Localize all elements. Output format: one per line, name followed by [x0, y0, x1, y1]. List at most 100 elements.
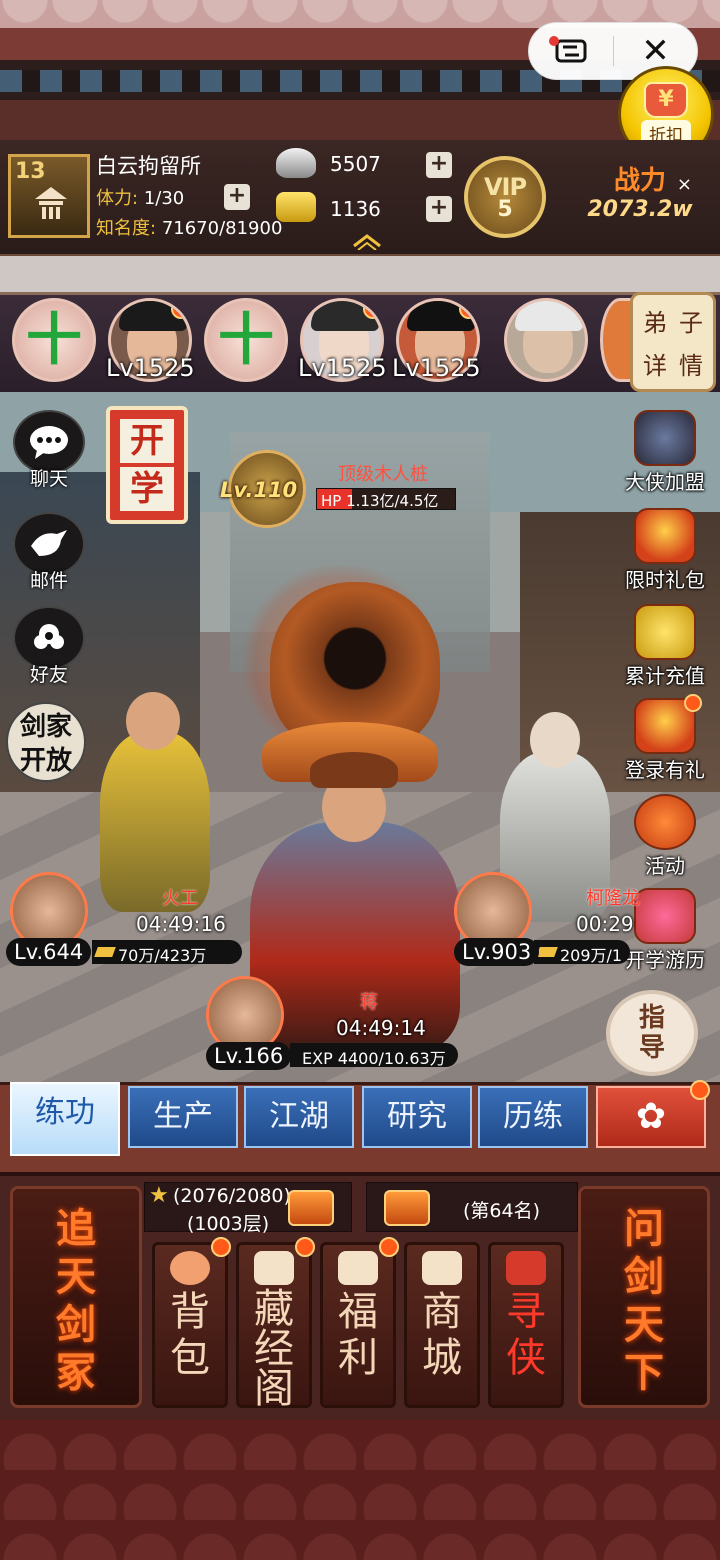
login-gift-button[interactable]: 登录有礼	[612, 694, 718, 783]
worker-time-left: 04:49:16	[136, 912, 226, 936]
tab-more[interactable]: ✿	[596, 1080, 710, 1148]
chase-sky-sword-tomb-button[interactable]: 追天剑冢	[10, 1186, 142, 1408]
friends-label: 好友	[29, 664, 68, 686]
scroll-char: 学	[120, 467, 174, 511]
open-school-scroll-button[interactable]: 开 学	[106, 406, 188, 524]
friends-button[interactable]: 好友	[10, 606, 88, 692]
boss-name: 顶级木人桩	[338, 464, 428, 485]
worker-name-center: 蒋	[360, 992, 378, 1013]
mail-button[interactable]: 邮件	[10, 512, 88, 598]
silver-value: 5507	[330, 152, 381, 176]
warrior-icon	[634, 410, 696, 466]
worker-progress-text-right: 209万/1	[560, 946, 623, 965]
worker-progress-left: 70万/423万	[92, 940, 242, 965]
combat-power[interactable]: 战力 2073.2w ×	[570, 160, 710, 222]
fame-value: 71670/81900	[161, 218, 283, 239]
detail-char: 子	[679, 309, 703, 337]
red-dot-icon	[211, 1237, 231, 1257]
bag-button[interactable]: 背包	[152, 1237, 231, 1408]
gold-value: 1136	[330, 197, 381, 221]
worker-progress-text-left: 70万/423万	[118, 946, 207, 965]
seek-hero-label: 寻侠	[506, 1289, 546, 1381]
tab-practice[interactable]: 练功	[10, 1082, 120, 1156]
boss-level: Lv.110	[220, 478, 298, 502]
worker-progress-right: 209万/1	[534, 940, 630, 965]
welfare-button[interactable]: 福利	[320, 1237, 399, 1408]
stamina-stat: 体力: 1/30	[96, 184, 184, 210]
more-menu-button[interactable]	[529, 22, 613, 80]
bag-label: 背包	[170, 1289, 210, 1381]
ask-sword-world-button[interactable]: 问剑天下	[578, 1186, 710, 1408]
sword-family-open-button[interactable]: 剑家开放	[6, 702, 86, 782]
limited-gift-button[interactable]: 限时礼包	[612, 508, 718, 593]
scroll-char: 开	[120, 419, 174, 463]
head	[126, 692, 180, 750]
login-gift-label: 登录有礼	[625, 758, 705, 782]
right-pillar-label: 问剑天下	[624, 1205, 664, 1396]
red-dot-icon	[684, 694, 702, 712]
hero-join-button[interactable]: 大侠加盟	[612, 410, 718, 495]
add-disciple-slot-1[interactable]: 十	[12, 298, 96, 382]
stamina-value: 1/30	[143, 188, 185, 209]
fame-label: 知名度:	[96, 218, 157, 239]
disciple-detail-tab[interactable]: 弟 子 详 情	[630, 292, 716, 392]
header-divider	[0, 256, 720, 292]
worker-level-right: Lv.903	[454, 938, 540, 966]
disciple-level-1: Lv1525	[106, 354, 195, 382]
shop-button[interactable]: 商城	[404, 1242, 480, 1408]
activity-button[interactable]: 活动	[612, 794, 718, 879]
gift-pack-icon	[634, 508, 696, 564]
disciple-avatar-4[interactable]	[504, 298, 588, 382]
add-silver-button[interactable]: +	[426, 152, 452, 178]
disciple-level-3: Lv1525	[392, 354, 481, 382]
boss-hp-text: HP 1.13亿/4.5亿	[321, 492, 439, 510]
money-bag-icon	[634, 604, 696, 660]
plus-icon: 十	[218, 308, 274, 373]
pavilion-icon	[35, 187, 67, 219]
red-envelope-icon	[506, 1251, 546, 1285]
total-recharge-label: 累计充值	[625, 664, 705, 688]
vip-level: 5	[497, 196, 513, 222]
tab-research[interactable]: 研究	[362, 1086, 472, 1148]
worker-level-left: Lv.644	[6, 938, 92, 966]
worker-time-right: 00:29	[576, 912, 634, 936]
tab-production[interactable]: 生产	[128, 1086, 238, 1148]
tab-jianghu[interactable]: 江湖	[244, 1086, 354, 1148]
player-name: 白云拘留所	[96, 154, 201, 178]
rank-reward-chest-icon[interactable]	[384, 1190, 430, 1226]
guide-button[interactable]: 指 导	[606, 990, 698, 1076]
red-dot-icon	[363, 301, 381, 319]
disciple-level-2: Lv1525	[298, 354, 387, 382]
seek-hero-button[interactable]: 寻侠	[488, 1242, 564, 1408]
add-stamina-button[interactable]: +	[224, 184, 250, 210]
tiled-floor	[0, 1420, 720, 1560]
tab-training[interactable]: 历练	[478, 1086, 588, 1148]
add-disciple-slot-2[interactable]: 十	[204, 298, 288, 382]
sword-family-label: 剑家开放	[19, 712, 72, 776]
worker-level-center: Lv.166	[206, 1042, 292, 1070]
chat-button[interactable]: 聊天	[10, 410, 88, 496]
red-dot-icon	[379, 1237, 399, 1257]
hero-join-label: 大侠加盟	[625, 470, 705, 494]
limited-gift-label: 限时礼包	[625, 568, 705, 592]
head	[530, 712, 580, 768]
player-level-badge[interactable]: 13	[8, 154, 90, 238]
star-icon: ★	[149, 1183, 169, 1208]
gold-ingot-icon	[276, 192, 316, 222]
detail-char: 情	[679, 352, 703, 380]
worker-name-left: 火工	[162, 888, 198, 909]
worker-name-right: 柯隆龙	[586, 888, 640, 909]
chevron-up-icon[interactable]	[350, 232, 384, 250]
mail-label: 邮件	[29, 570, 68, 592]
peach-bag-icon	[170, 1251, 210, 1285]
scroll-icon	[634, 888, 696, 944]
vip-badge[interactable]: VIP 5	[464, 156, 546, 238]
total-recharge-button[interactable]: 累计充值	[612, 604, 718, 689]
scripture-pavilion-button[interactable]: 藏经阁	[236, 1237, 315, 1409]
left-pillar-label: 追天剑冢	[56, 1205, 96, 1396]
shop-label: 商城	[422, 1289, 462, 1381]
tower-reward-chest-icon[interactable]	[288, 1190, 334, 1226]
close-icon[interactable]: ×	[677, 174, 692, 195]
add-gold-button[interactable]: +	[426, 196, 452, 222]
clover-icon: ✿	[635, 1096, 667, 1137]
